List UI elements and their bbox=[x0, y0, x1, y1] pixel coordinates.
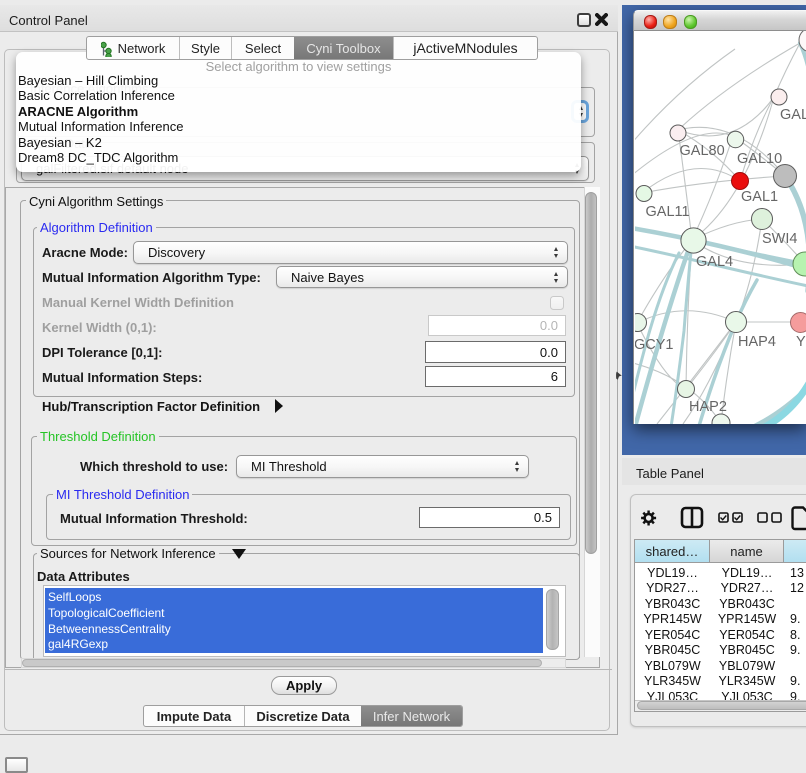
svg-text:SWI4: SWI4 bbox=[762, 231, 797, 247]
svg-text:GAL80: GAL80 bbox=[680, 143, 725, 159]
svg-text:GAL10: GAL10 bbox=[737, 151, 782, 167]
svg-text:GAL1: GAL1 bbox=[741, 189, 778, 205]
svg-text:HAP4: HAP4 bbox=[738, 334, 776, 350]
svg-text:GCY1: GCY1 bbox=[635, 337, 674, 353]
svg-text:YE: YE bbox=[796, 334, 806, 350]
svg-text:GAL7: GAL7 bbox=[780, 107, 806, 123]
svg-text:HAP2: HAP2 bbox=[689, 399, 727, 415]
svg-text:GAL4: GAL4 bbox=[696, 254, 733, 270]
svg-text:GAL11: GAL11 bbox=[646, 204, 690, 220]
